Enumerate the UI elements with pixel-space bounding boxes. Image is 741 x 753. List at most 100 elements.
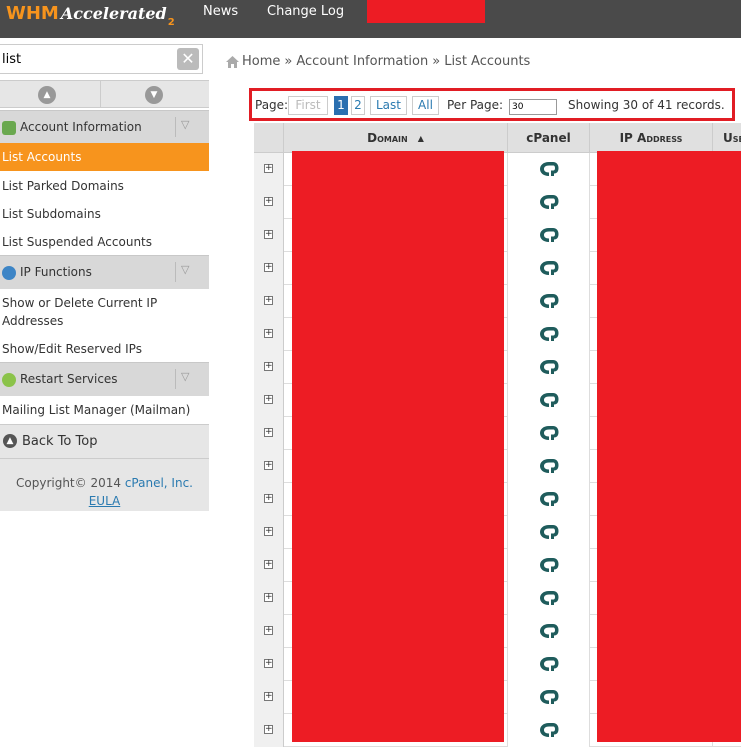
cpanel-login-icon[interactable] — [539, 260, 559, 276]
sidebar-item-mailing-list-manager[interactable]: Mailing List Manager (Mailman) — [0, 396, 209, 424]
breadcrumb-separator: » — [284, 54, 293, 69]
cpanel-login-icon[interactable] — [539, 689, 559, 705]
breadcrumb-list-accounts: List Accounts — [444, 54, 531, 69]
user-column-header[interactable]: Use — [713, 123, 741, 153]
all-pages-button[interactable]: All — [412, 96, 439, 115]
expand-icon[interactable]: + — [264, 593, 273, 602]
redacted-block — [367, 0, 485, 23]
expand-icon[interactable]: + — [264, 296, 273, 305]
expand-cell: + — [254, 714, 284, 747]
sidebar-item-show-delete-ip[interactable]: Show or Delete Current IP Addresses — [0, 289, 209, 335]
copyright-text: Copyright© 2014 — [16, 476, 121, 490]
expand-column-header — [254, 123, 284, 153]
expand-icon[interactable]: + — [264, 725, 273, 734]
expand-icon[interactable]: + — [264, 560, 273, 569]
breadcrumb-home[interactable]: Home — [242, 54, 280, 69]
page-label: Page: — [255, 98, 289, 112]
expand-icon[interactable]: + — [264, 659, 273, 668]
logo-version-text: 2 — [167, 17, 175, 28]
cpanel-cell — [508, 681, 590, 714]
expand-icon[interactable]: + — [264, 527, 273, 536]
chevron-down-icon[interactable]: ▽ — [181, 370, 189, 383]
cpanel-login-icon[interactable] — [539, 458, 559, 474]
cpanel-login-icon[interactable] — [539, 161, 559, 177]
cpanel-login-icon[interactable] — [539, 194, 559, 210]
cpanel-login-icon[interactable] — [539, 293, 559, 309]
expand-cell: + — [254, 219, 284, 252]
nav-news-link[interactable]: News — [203, 4, 238, 19]
section-restart-services[interactable]: Restart Services ▽ — [0, 362, 209, 396]
expand-icon[interactable]: + — [264, 626, 273, 635]
expand-icon[interactable]: + — [264, 230, 273, 239]
section-ip-functions[interactable]: IP Functions ▽ — [0, 255, 209, 289]
cpanel-login-icon[interactable] — [539, 656, 559, 672]
chevron-down-icon[interactable]: ▽ — [181, 118, 189, 131]
cpanel-login-icon[interactable] — [539, 359, 559, 375]
expand-icon[interactable]: + — [264, 428, 273, 437]
cpanel-login-icon[interactable] — [539, 392, 559, 408]
close-icon[interactable]: ✕ — [177, 48, 199, 70]
cpanel-cell — [508, 483, 590, 516]
whm-logo[interactable]: WHM Accelerated 2 — [6, 3, 175, 33]
breadcrumb-account-information[interactable]: Account Information — [296, 54, 428, 69]
sidebar-item-show-edit-reserved-ips[interactable]: Show/Edit Reserved IPs — [0, 335, 209, 363]
copyright-line: Copyright© 2014 cPanel, Inc. — [0, 474, 209, 492]
chevron-up-icon[interactable]: ▲ — [38, 86, 56, 104]
cpanel-cell — [508, 219, 590, 252]
cpanel-cell — [508, 318, 590, 351]
page-1-button[interactable]: 1 — [334, 96, 348, 115]
ip-column-header[interactable]: IP Address — [590, 123, 713, 153]
expand-cell: + — [254, 648, 284, 681]
cpanel-login-icon[interactable] — [539, 491, 559, 507]
cpanel-login-icon[interactable] — [539, 557, 559, 573]
cpanel-login-icon[interactable] — [539, 425, 559, 441]
expand-icon[interactable]: + — [264, 692, 273, 701]
cpanel-login-icon[interactable] — [539, 623, 559, 639]
page-2-button[interactable]: 2 — [351, 96, 365, 115]
cpanel-login-icon[interactable] — [539, 326, 559, 342]
chevron-down-icon[interactable]: ▽ — [181, 263, 189, 276]
last-page-button[interactable]: Last — [370, 96, 407, 115]
cpanel-cell — [508, 417, 590, 450]
cpanel-login-icon[interactable] — [539, 227, 559, 243]
cpanel-cell — [508, 615, 590, 648]
cpanel-cell — [508, 714, 590, 747]
account-info-icon — [2, 121, 16, 135]
sidebar-item-list-parked-domains[interactable]: List Parked Domains — [0, 172, 209, 200]
cpanel-login-icon[interactable] — [539, 590, 559, 606]
expand-icon[interactable]: + — [264, 494, 273, 503]
breadcrumb-separator: » — [432, 54, 441, 69]
sidebar-item-list-accounts[interactable]: List Accounts — [0, 143, 209, 171]
sidebar-item-list-subdomains[interactable]: List Subdomains — [0, 200, 209, 228]
redacted-domain-column — [292, 151, 504, 742]
expand-icon[interactable]: + — [264, 197, 273, 206]
expand-icon[interactable]: + — [264, 362, 273, 371]
chevron-down-icon[interactable]: ▼ — [145, 86, 163, 104]
expand-icon[interactable]: + — [264, 461, 273, 470]
search-input[interactable] — [0, 45, 170, 73]
divider — [175, 117, 176, 137]
cpanel-login-icon[interactable] — [539, 722, 559, 738]
section-account-information[interactable]: Account Information ▽ — [0, 110, 209, 144]
redacted-ip-column — [597, 151, 741, 742]
back-to-top-label: Back To Top — [22, 434, 98, 449]
first-page-button[interactable]: First — [288, 96, 328, 115]
sort-ascending-icon: ▲ — [417, 134, 424, 143]
per-page-label: Per Page: — [447, 98, 504, 112]
expand-cell: + — [254, 351, 284, 384]
expand-icon[interactable]: + — [264, 329, 273, 338]
per-page-input[interactable] — [509, 99, 557, 115]
expand-icon[interactable]: + — [264, 395, 273, 404]
cpanel-login-icon[interactable] — [539, 524, 559, 540]
sidebar-item-list-suspended-accounts[interactable]: List Suspended Accounts — [0, 228, 209, 256]
expand-icon[interactable]: + — [264, 263, 273, 272]
expand-cell: + — [254, 186, 284, 219]
expand-icon[interactable]: + — [264, 164, 273, 173]
nav-changelog-link[interactable]: Change Log — [267, 4, 344, 19]
back-to-top-button[interactable]: ▲ Back To Top — [0, 424, 209, 459]
expand-cell: + — [254, 615, 284, 648]
eula-link[interactable]: EULA — [89, 494, 121, 508]
company-link[interactable]: cPanel, Inc. — [125, 476, 193, 490]
domain-column-header[interactable]: Domain ▲ — [284, 123, 508, 153]
cpanel-column-header[interactable]: cPanel — [508, 123, 590, 153]
